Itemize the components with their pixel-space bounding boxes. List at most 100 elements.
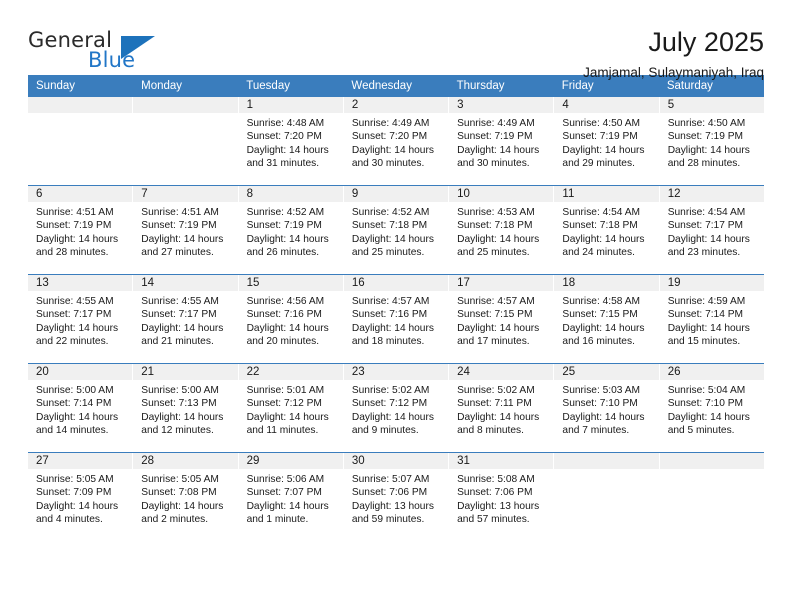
day-details: Sunrise: 5:06 AM Sunset: 7:07 PM Daylight:…: [239, 469, 343, 527]
day-details: Sunrise: 4:59 AM Sunset: 7:14 PM Daylight:…: [660, 291, 764, 349]
sunrise-text: Sunrise: 4:51 AM: [141, 207, 219, 218]
day-number: 13: [28, 275, 133, 291]
calendar-day-cell-empty: [28, 97, 134, 185]
day-number: 15: [238, 275, 343, 291]
daylight-text-line2: and 21 minutes.: [141, 336, 214, 348]
day-details: Sunrise: 4:55 AM Sunset: 7:17 PM Daylight:…: [133, 291, 237, 349]
calendar-week-inner: 27 Sunrise: 5:05 AM Sunset: 7:09 PM Dayligh…: [28, 453, 764, 541]
sunrise-text: Sunrise: 4:58 AM: [562, 296, 640, 307]
calendar-day-cell[interactable]: 21 Sunrise: 5:00 AM Sunset: 7:13 PM Dayligh…: [133, 364, 239, 452]
day-number: [554, 453, 659, 469]
calendar-day-cell[interactable]: 22 Sunrise: 5:01 AM Sunset: 7:12 PM Dayligh…: [238, 364, 344, 452]
day-number: 4: [554, 97, 659, 113]
daylight-text-line1: Daylight: 14 hours: [141, 411, 224, 423]
calendar-day-cell[interactable]: 18 Sunrise: 4:58 AM Sunset: 7:15 PM Dayligh…: [554, 275, 660, 363]
calendar-day-cell[interactable]: 25 Sunrise: 5:03 AM Sunset: 7:10 PM Dayligh…: [554, 364, 660, 452]
sunrise-text: Sunrise: 5:05 AM: [141, 474, 219, 485]
sunset-text: Sunset: 7:06 PM: [351, 487, 428, 499]
daylight-text-line1: Daylight: 14 hours: [667, 233, 750, 245]
calendar-day-cell[interactable]: 3 Sunrise: 4:49 AM Sunset: 7:19 PM Daylight…: [449, 97, 555, 185]
daylight-text-line2: and 4 minutes.: [36, 514, 103, 526]
calendar-day-cell-empty: [659, 453, 764, 541]
calendar-day-cell[interactable]: 11 Sunrise: 4:54 AM Sunset: 7:18 PM Dayligh…: [554, 186, 660, 274]
brand-logo[interactable]: General Blue: [28, 28, 198, 80]
calendar-week-row: 13 Sunrise: 4:55 AM Sunset: 7:17 PM Dayligh…: [28, 274, 764, 363]
day-number: 29: [238, 453, 343, 469]
daylight-text-line2: and 28 minutes.: [667, 158, 741, 170]
daylight-text-line2: and 8 minutes.: [457, 425, 524, 437]
calendar-day-cell[interactable]: 2 Sunrise: 4:49 AM Sunset: 7:20 PM Daylight…: [343, 97, 450, 185]
day-number: 18: [554, 275, 659, 291]
calendar-day-cell[interactable]: 15 Sunrise: 4:56 AM Sunset: 7:16 PM Dayligh…: [238, 275, 344, 363]
day-number: 30: [343, 453, 449, 469]
sunset-text: Sunset: 7:19 PM: [36, 220, 112, 232]
day-number: 16: [343, 275, 449, 291]
day-details: Sunrise: 4:52 AM Sunset: 7:18 PM Daylight:…: [344, 202, 448, 260]
calendar-day-cell[interactable]: 4 Sunrise: 4:50 AM Sunset: 7:19 PM Daylight…: [554, 97, 660, 185]
daylight-text-line1: Daylight: 14 hours: [36, 233, 119, 245]
calendar-week-inner: 20 Sunrise: 5:00 AM Sunset: 7:14 PM Dayligh…: [28, 364, 764, 452]
calendar-day-cell[interactable]: 24 Sunrise: 5:02 AM Sunset: 7:11 PM Dayligh…: [449, 364, 555, 452]
calendar-day-cell[interactable]: 7 Sunrise: 4:51 AM Sunset: 7:19 PM Daylight…: [133, 186, 239, 274]
sunset-text: Sunset: 7:10 PM: [562, 398, 638, 410]
calendar-day-cell[interactable]: 20 Sunrise: 5:00 AM Sunset: 7:14 PM Dayligh…: [28, 364, 134, 452]
day-details: Sunrise: 4:54 AM Sunset: 7:18 PM Daylight:…: [554, 202, 658, 260]
daylight-text-line1: Daylight: 14 hours: [351, 144, 434, 156]
day-details: Sunrise: 4:54 AM Sunset: 7:17 PM Daylight:…: [660, 202, 764, 260]
calendar-day-cell[interactable]: 31 Sunrise: 5:08 AM Sunset: 7:06 PM Dayligh…: [449, 453, 555, 541]
day-details: Sunrise: 4:49 AM Sunset: 7:19 PM Daylight:…: [449, 113, 553, 171]
calendar-day-cell[interactable]: 1 Sunrise: 4:48 AM Sunset: 7:20 PM Daylight…: [238, 97, 344, 185]
calendar-day-cell[interactable]: 5 Sunrise: 4:50 AM Sunset: 7:19 PM Daylight…: [659, 97, 764, 185]
sunset-text: Sunset: 7:19 PM: [141, 220, 217, 232]
calendar-day-cell[interactable]: 12 Sunrise: 4:54 AM Sunset: 7:17 PM Dayligh…: [659, 186, 764, 274]
daylight-text-line1: Daylight: 14 hours: [246, 500, 329, 512]
daylight-text-line2: and 14 minutes.: [36, 425, 109, 437]
sunset-text: Sunset: 7:20 PM: [246, 131, 322, 143]
calendar-day-cell[interactable]: 26 Sunrise: 5:04 AM Sunset: 7:10 PM Dayligh…: [659, 364, 764, 452]
sunrise-text: Sunrise: 5:00 AM: [141, 385, 219, 396]
day-number: [28, 97, 133, 113]
day-details: Sunrise: 4:58 AM Sunset: 7:15 PM Daylight:…: [554, 291, 658, 349]
sunrise-text: Sunrise: 4:51 AM: [36, 207, 114, 218]
day-details: Sunrise: 5:00 AM Sunset: 7:13 PM Daylight:…: [133, 380, 237, 438]
day-number: 11: [554, 186, 659, 202]
day-number: 1: [238, 97, 343, 113]
sunset-text: Sunset: 7:10 PM: [667, 398, 744, 410]
calendar-day-cell[interactable]: 29 Sunrise: 5:06 AM Sunset: 7:07 PM Dayligh…: [238, 453, 344, 541]
daylight-text-line1: Daylight: 14 hours: [562, 233, 645, 245]
sunrise-text: Sunrise: 4:59 AM: [667, 296, 746, 307]
calendar-day-cell[interactable]: 28 Sunrise: 5:05 AM Sunset: 7:08 PM Dayligh…: [133, 453, 239, 541]
day-details: Sunrise: 5:02 AM Sunset: 7:11 PM Daylight:…: [449, 380, 553, 438]
calendar-day-cell-empty: [133, 97, 239, 185]
daylight-text-line1: Daylight: 14 hours: [667, 144, 750, 156]
calendar-day-cell[interactable]: 23 Sunrise: 5:02 AM Sunset: 7:12 PM Dayligh…: [343, 364, 450, 452]
calendar-day-cell[interactable]: 14 Sunrise: 4:55 AM Sunset: 7:17 PM Dayligh…: [133, 275, 239, 363]
sunrise-text: Sunrise: 5:02 AM: [457, 385, 535, 396]
day-number: [133, 97, 238, 113]
daylight-text-line1: Daylight: 14 hours: [141, 500, 224, 512]
calendar-page: General Blue July 2025 Jamjamal, Sulayma…: [0, 0, 792, 612]
dow-tuesday: Tuesday: [246, 80, 290, 92]
day-details: Sunrise: 5:05 AM Sunset: 7:09 PM Daylight:…: [28, 469, 132, 527]
sunrise-text: Sunrise: 4:53 AM: [457, 207, 535, 218]
calendar-day-cell[interactable]: 30 Sunrise: 5:07 AM Sunset: 7:06 PM Dayligh…: [343, 453, 450, 541]
calendar-day-cell[interactable]: 19 Sunrise: 4:59 AM Sunset: 7:14 PM Dayligh…: [659, 275, 764, 363]
daylight-text-line2: and 18 minutes.: [351, 336, 425, 348]
calendar-day-cell[interactable]: 27 Sunrise: 5:05 AM Sunset: 7:09 PM Dayligh…: [28, 453, 134, 541]
calendar-day-cell[interactable]: 17 Sunrise: 4:57 AM Sunset: 7:15 PM Dayligh…: [449, 275, 555, 363]
day-details: [28, 113, 132, 117]
calendar-day-cell[interactable]: 13 Sunrise: 4:55 AM Sunset: 7:17 PM Dayligh…: [28, 275, 134, 363]
day-details: [660, 469, 764, 473]
calendar-day-cell[interactable]: 9 Sunrise: 4:52 AM Sunset: 7:18 PM Daylight…: [343, 186, 450, 274]
calendar-day-cell[interactable]: 10 Sunrise: 4:53 AM Sunset: 7:18 PM Dayligh…: [449, 186, 555, 274]
sunrise-text: Sunrise: 4:49 AM: [457, 118, 535, 129]
day-number: 31: [449, 453, 554, 469]
sunrise-text: Sunrise: 5:02 AM: [351, 385, 430, 396]
day-number: 7: [133, 186, 238, 202]
calendar-day-cell[interactable]: 16 Sunrise: 4:57 AM Sunset: 7:16 PM Dayligh…: [343, 275, 450, 363]
daylight-text-line2: and 26 minutes.: [246, 247, 320, 259]
calendar-day-cell[interactable]: 8 Sunrise: 4:52 AM Sunset: 7:19 PM Daylight…: [238, 186, 344, 274]
brand-name-blue: Blue: [88, 48, 136, 72]
day-number: 22: [238, 364, 343, 380]
calendar-day-cell[interactable]: 6 Sunrise: 4:51 AM Sunset: 7:19 PM Daylight…: [28, 186, 134, 274]
